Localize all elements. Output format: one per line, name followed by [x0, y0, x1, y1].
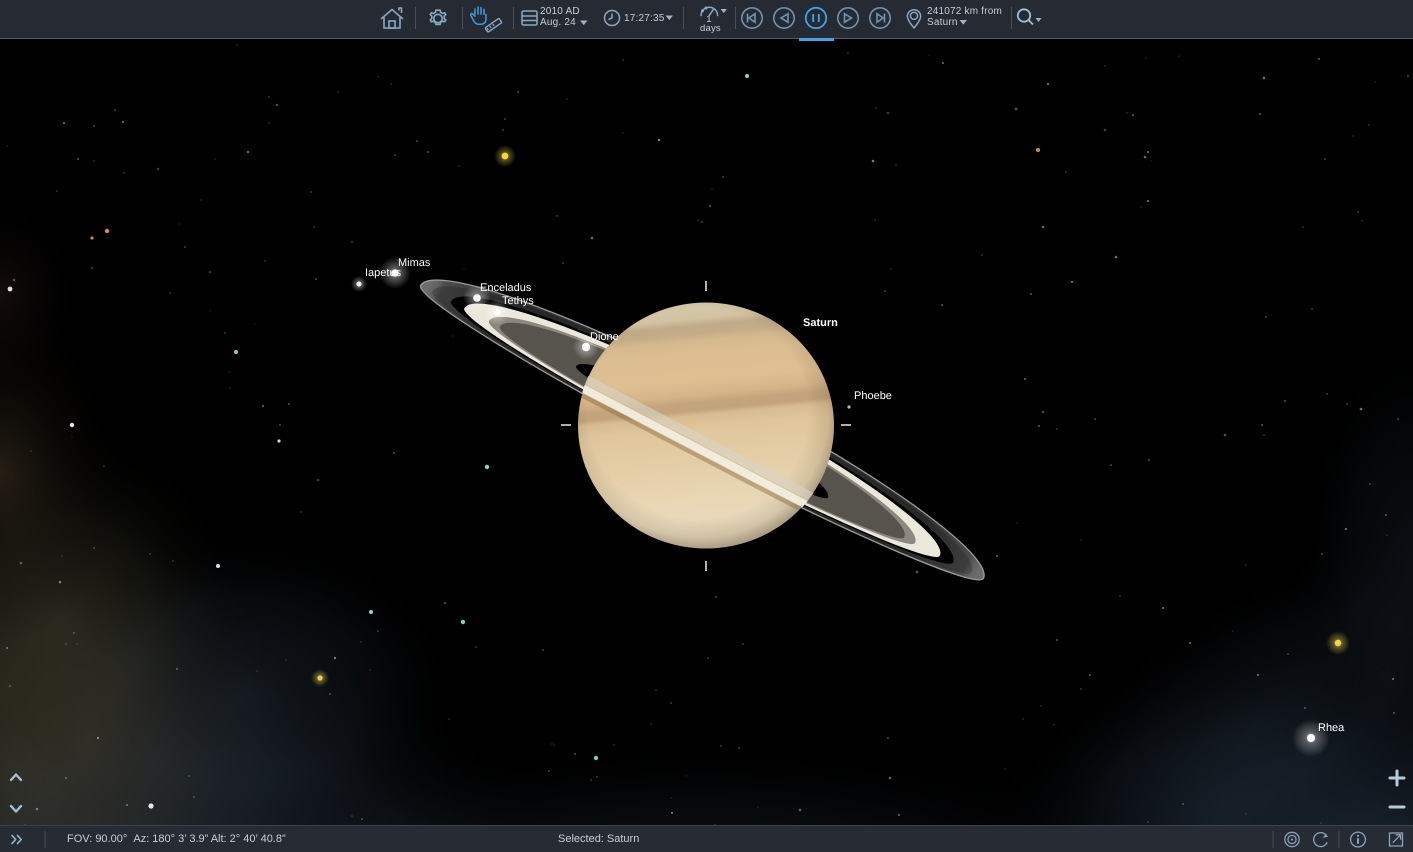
svg-text:Phoebe: Phoebe — [854, 390, 892, 402]
svg-text:Saturn: Saturn — [803, 317, 838, 329]
svg-text:Iapetus: Iapetus — [365, 267, 402, 279]
svg-text:Tethys: Tethys — [502, 295, 534, 307]
svg-text:Dione: Dione — [590, 331, 619, 343]
svg-text:Rhea: Rhea — [1318, 722, 1345, 734]
svg-text:Mimas: Mimas — [398, 257, 431, 269]
svg-text:Enceladus: Enceladus — [480, 282, 532, 294]
